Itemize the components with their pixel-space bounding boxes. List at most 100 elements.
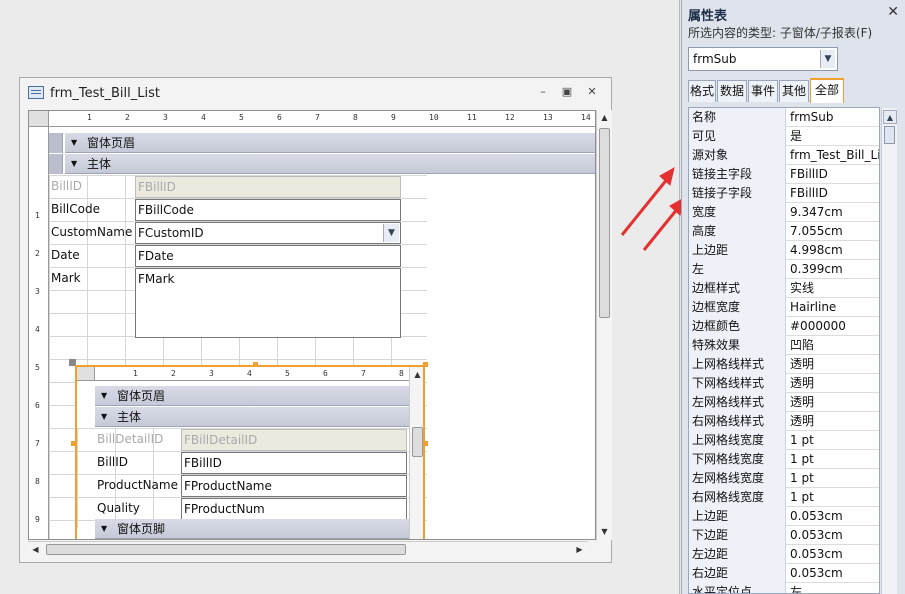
subform-selector[interactable] xyxy=(77,367,95,381)
property-row[interactable]: 上边距 0.053cm xyxy=(689,507,879,526)
design-canvas[interactable]: 1234567891011121314 123456789 窗体页眉 主体 Bi… xyxy=(28,110,596,540)
field-label[interactable]: BillCode xyxy=(49,199,135,221)
property-row[interactable]: 左网格线宽度 1 pt xyxy=(689,469,879,488)
subform-header-band[interactable]: 窗体页眉 xyxy=(95,386,409,406)
property-value[interactable]: FBillID xyxy=(787,184,879,203)
property-row[interactable]: 链接主字段 FBillID xyxy=(689,165,879,184)
window-title-bar[interactable]: frm_Test_Bill_List – ▣ ✕ xyxy=(20,78,611,108)
property-value[interactable]: 1 pt xyxy=(787,450,879,469)
property-row[interactable]: 边框宽度 Hairline xyxy=(689,298,879,317)
resize-handle-top-right[interactable] xyxy=(423,362,428,367)
property-value[interactable]: frmSub xyxy=(787,108,879,127)
property-value[interactable]: 0.399cm xyxy=(787,260,879,279)
property-value[interactable]: #000000 xyxy=(787,317,879,336)
property-row[interactable]: 上网格线宽度 1 pt xyxy=(689,431,879,450)
subform-control[interactable]: 1 2 3 4 5 6 7 8 窗体页眉 主体 BillDetailIDFBillDetail… xyxy=(75,365,425,539)
property-row[interactable]: 边框颜色 #000000 xyxy=(689,317,879,336)
subform-field-label[interactable]: BillDetailID xyxy=(95,429,181,451)
property-value[interactable]: 0.053cm xyxy=(787,507,879,526)
scroll-thumb[interactable] xyxy=(412,427,423,457)
text-box-control[interactable]: FBillID xyxy=(135,176,401,198)
property-row[interactable]: 高度 7.055cm xyxy=(689,222,879,241)
property-value[interactable]: Hairline xyxy=(787,298,879,317)
horizontal-ruler[interactable]: 1 2 3 4 5 6 7 8 9 10 11 12 13 14 xyxy=(49,111,595,127)
form-header-band[interactable]: 窗体页眉 xyxy=(65,133,595,153)
text-box-control[interactable]: FBillCode xyxy=(135,199,401,221)
resize-handle-left[interactable] xyxy=(71,441,76,446)
property-sheet[interactable]: 属性表 ✕ 所选内容的类型: 子窗体/子报表(F) frmSub ▼ 格式 数据事… xyxy=(681,0,905,594)
subform-text-box[interactable]: FProductNum xyxy=(181,498,407,520)
combo-box-control[interactable]: FCustomID ▼ xyxy=(135,222,401,244)
tab-2[interactable]: 事件 xyxy=(748,80,778,102)
scroll-thumb[interactable] xyxy=(884,126,895,144)
property-row[interactable]: 上边距 4.998cm xyxy=(689,241,879,260)
property-row[interactable]: 可见是 xyxy=(689,127,879,146)
property-grid-scrollbar[interactable]: ▲ xyxy=(881,108,897,594)
property-row[interactable]: 源对象frm_Test_Bill_List xyxy=(689,146,879,165)
text-box-control[interactable]: FMark xyxy=(135,268,401,338)
scroll-up-icon[interactable]: ▲ xyxy=(410,367,423,382)
field-label[interactable]: BillID xyxy=(49,176,135,198)
subform-text-box[interactable]: FBillID xyxy=(181,452,407,474)
field-label[interactable]: Date xyxy=(49,245,135,267)
property-value[interactable]: 0.053cm xyxy=(787,564,879,583)
property-value[interactable]: FBillID xyxy=(787,165,879,184)
property-row[interactable]: 名称 frmSub xyxy=(689,108,879,127)
field-label[interactable]: CustomName xyxy=(49,222,135,244)
subform-text-box[interactable]: FBillDetailID xyxy=(181,429,407,451)
property-row[interactable]: 特殊效果 凹陷 xyxy=(689,336,879,355)
property-row[interactable]: 左网格线样式 透明 xyxy=(689,393,879,412)
property-value[interactable]: 凹陷 xyxy=(787,336,879,355)
subform-vertical-scrollbar[interactable]: ▲ xyxy=(409,367,423,539)
form-selector[interactable] xyxy=(29,111,49,127)
property-row[interactable]: 右边距 0.053cm xyxy=(689,564,879,583)
property-value[interactable]: 透明 xyxy=(787,412,879,431)
scroll-thumb[interactable] xyxy=(599,128,610,318)
property-value[interactable]: 1 pt xyxy=(787,431,879,450)
property-row[interactable]: 右网格线样式 透明 xyxy=(689,412,879,431)
subform-footer-band[interactable]: 窗体页脚 xyxy=(95,519,409,539)
property-value[interactable]: 左 xyxy=(787,583,879,593)
detail-band[interactable]: 主体 xyxy=(65,154,595,174)
subform-field-label[interactable]: Quality xyxy=(95,498,181,520)
property-row[interactable]: 宽度 9.347cm xyxy=(689,203,879,222)
text-box-control[interactable]: FDate xyxy=(135,245,401,267)
chevron-down-icon[interactable]: ▼ xyxy=(383,224,399,242)
property-value[interactable]: 0.053cm xyxy=(787,545,879,564)
tab-1[interactable]: 数据 xyxy=(717,80,747,102)
property-value[interactable]: 1 pt xyxy=(787,469,879,488)
property-row[interactable]: 左边距 0.053cm xyxy=(689,545,879,564)
property-value[interactable]: 4.998cm xyxy=(787,241,879,260)
scroll-thumb[interactable] xyxy=(46,544,406,555)
tab-3[interactable]: 其他 xyxy=(779,80,809,102)
property-value[interactable]: 透明 xyxy=(787,374,879,393)
field-label[interactable]: Mark xyxy=(49,268,135,290)
property-value[interactable]: 7.055cm xyxy=(787,222,879,241)
subform-ruler[interactable]: 1 2 3 4 5 6 7 8 xyxy=(95,367,409,381)
property-row[interactable]: 链接子字段 FBillID xyxy=(689,184,879,203)
scroll-up-icon[interactable]: ▲ xyxy=(883,110,897,124)
property-value[interactable]: 透明 xyxy=(787,355,879,374)
canvas-horizontal-scrollbar[interactable]: ◀ ▶ xyxy=(28,541,588,557)
resize-handle-top[interactable] xyxy=(253,362,258,367)
tab-0[interactable]: 格式 xyxy=(688,80,716,102)
property-value[interactable]: 1 pt xyxy=(787,488,879,507)
property-row[interactable]: 下网格线宽度 1 pt xyxy=(689,450,879,469)
scroll-up-icon[interactable]: ▲ xyxy=(597,110,612,125)
restore-button[interactable]: ▣ xyxy=(560,85,574,99)
property-row[interactable]: 左 0.399cm xyxy=(689,260,879,279)
property-value[interactable]: frm_Test_Bill_List xyxy=(787,146,879,165)
header-band-selector[interactable] xyxy=(49,133,63,153)
scroll-down-icon[interactable]: ▼ xyxy=(597,524,612,539)
property-row[interactable]: 下网格线样式 透明 xyxy=(689,374,879,393)
object-selector[interactable]: frmSub ▼ xyxy=(688,47,838,71)
property-value[interactable]: 是 xyxy=(787,127,879,146)
subform-text-box[interactable]: FProductName xyxy=(181,475,407,497)
property-row[interactable]: 右网格线宽度 1 pt xyxy=(689,488,879,507)
chevron-down-icon[interactable]: ▼ xyxy=(820,50,835,68)
property-sheet-close-icon[interactable]: ✕ xyxy=(887,4,899,20)
property-row[interactable]: 边框样式 实线 xyxy=(689,279,879,298)
property-value[interactable]: 实线 xyxy=(787,279,879,298)
property-row[interactable]: 下边距 0.053cm xyxy=(689,526,879,545)
form-design-window[interactable]: frm_Test_Bill_List – ▣ ✕ 1 2 3 4 5 6 7 8 9 10 11 12… xyxy=(19,77,612,563)
